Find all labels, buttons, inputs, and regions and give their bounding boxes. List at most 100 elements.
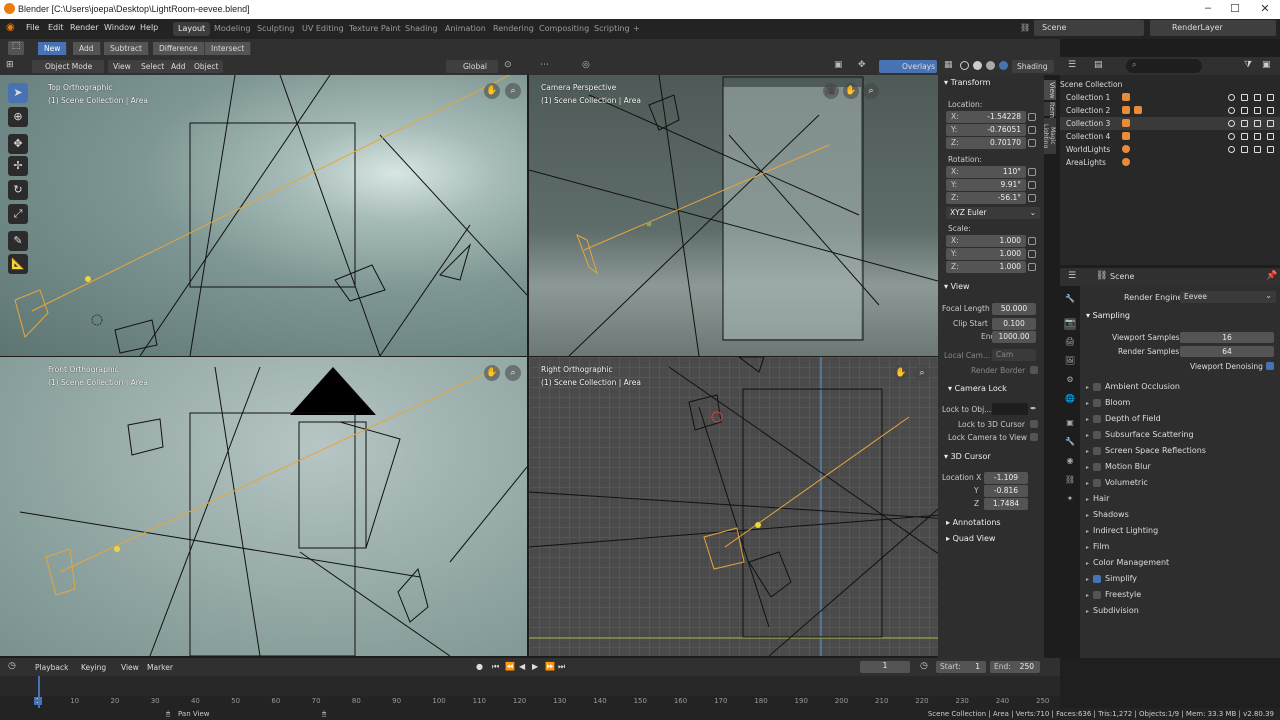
- add-menu[interactable]: Add: [166, 60, 191, 73]
- rotate-tool-icon[interactable]: ↻: [8, 180, 28, 200]
- viewport-top-orthographic[interactable]: Top Orthographic (1) Scene Collection | …: [0, 75, 527, 356]
- viewport-icon[interactable]: [1254, 146, 1261, 153]
- measure-tool-icon[interactable]: 📐: [8, 254, 28, 274]
- move-axis-tool-icon[interactable]: ✢: [8, 156, 28, 176]
- overlays-dropdown[interactable]: Overlays: [879, 60, 937, 73]
- eye-icon[interactable]: [1228, 146, 1235, 153]
- select-icon[interactable]: [1241, 120, 1248, 127]
- view-panel-header[interactable]: ▾ View: [944, 282, 970, 291]
- cursor-y-field[interactable]: -0.816: [984, 485, 1028, 497]
- panel-header[interactable]: ▸ Volumetric: [1086, 478, 1148, 487]
- add-workspace-button[interactable]: +: [628, 22, 645, 36]
- mode-add-button[interactable]: Add: [73, 42, 101, 55]
- panel-checkbox[interactable]: [1093, 590, 1102, 599]
- xray-icon[interactable]: ▦: [944, 60, 953, 70]
- cursor-x-field[interactable]: -1.109: [984, 472, 1028, 484]
- tool-tab-icon[interactable]: 🔧: [1064, 294, 1076, 306]
- location-z-field[interactable]: Z: 0.70170: [946, 137, 1026, 149]
- mode-difference-button[interactable]: Difference: [153, 42, 205, 55]
- clip-end-field[interactable]: 1000.00: [992, 331, 1036, 343]
- panel-checkbox[interactable]: [1093, 414, 1102, 423]
- minimize-icon[interactable]: –: [1198, 2, 1218, 16]
- lock-icon[interactable]: [1028, 168, 1036, 176]
- panel-header[interactable]: ▸ Hair: [1086, 494, 1109, 503]
- scene-icon[interactable]: ⛓: [1020, 23, 1030, 32]
- wireframe-shading-icon[interactable]: [960, 61, 969, 70]
- object-menu[interactable]: Object: [189, 60, 224, 73]
- panel-header[interactable]: ▸ Screen Space Reflections: [1086, 446, 1206, 455]
- new-collection-icon[interactable]: ▣: [1262, 60, 1271, 70]
- eyedropper-icon[interactable]: ✒: [1030, 404, 1037, 413]
- rotation-mode-dropdown[interactable]: XYZ Euler ⌄: [946, 207, 1040, 219]
- viewport-icon[interactable]: [1254, 94, 1261, 101]
- view-layer-tab-icon[interactable]: 🖼: [1064, 356, 1076, 368]
- eye-icon[interactable]: [1228, 133, 1235, 140]
- select-icon[interactable]: [1241, 146, 1248, 153]
- preview-range-icon[interactable]: ◷: [920, 661, 928, 671]
- physics-tab-icon[interactable]: ◉: [1064, 456, 1076, 468]
- eye-icon[interactable]: [1228, 107, 1235, 114]
- viewport-denoising-checkbox[interactable]: [1266, 362, 1274, 370]
- outliner-row-world-lights[interactable]: WorldLights: [1060, 143, 1280, 156]
- render-icon[interactable]: [1267, 120, 1274, 127]
- outliner-row-collection-2[interactable]: Collection 2: [1060, 104, 1280, 117]
- render-tab-icon[interactable]: 📷: [1064, 318, 1076, 330]
- pin-icon[interactable]: 📌: [1266, 271, 1277, 281]
- outliner-editor-icon[interactable]: ☰: [1068, 60, 1076, 70]
- maximize-icon[interactable]: ☐: [1225, 2, 1245, 16]
- outliner-row-collection-1[interactable]: Collection 1: [1060, 91, 1280, 104]
- panel-header[interactable]: ▸ Color Management: [1086, 558, 1169, 567]
- lock-icon[interactable]: [1028, 194, 1036, 202]
- sampling-header[interactable]: ▾ Sampling: [1086, 311, 1130, 320]
- current-frame-field[interactable]: 1: [860, 661, 910, 673]
- marker-menu[interactable]: Marker: [142, 661, 178, 674]
- annotate-tool-icon[interactable]: ✎: [8, 231, 28, 251]
- panel-checkbox[interactable]: [1093, 446, 1102, 455]
- zoom-view-icon[interactable]: ⌕: [505, 365, 521, 381]
- modifier-tab-icon[interactable]: 🔧: [1064, 437, 1076, 449]
- object-tab-icon[interactable]: ▣: [1064, 418, 1076, 430]
- lock-icon[interactable]: [1028, 181, 1036, 189]
- display-mode-icon[interactable]: ▤: [1094, 60, 1103, 70]
- camera-view-icon[interactable]: 🎥: [823, 83, 839, 99]
- transform-panel-header[interactable]: ▾ Transform: [944, 78, 990, 87]
- end-frame-field[interactable]: End: 250: [990, 661, 1040, 673]
- pan-view-icon[interactable]: ✋: [484, 365, 500, 381]
- viewport-front-orthographic[interactable]: Front Orthographic (1) Scene Collection …: [0, 357, 527, 656]
- scale-y-field[interactable]: Y: 1.000: [946, 248, 1026, 260]
- menu-file[interactable]: File: [26, 23, 39, 32]
- tab-uv-editing[interactable]: UV Editing: [297, 22, 349, 36]
- location-y-field[interactable]: Y: -0.76051: [946, 124, 1026, 136]
- jump-end-icon[interactable]: ⏭: [558, 662, 565, 672]
- eye-icon[interactable]: [1228, 120, 1235, 127]
- output-tab-icon[interactable]: 🖨: [1064, 337, 1076, 349]
- rendered-shading-icon[interactable]: [999, 61, 1008, 70]
- close-icon[interactable]: ✕: [1255, 2, 1275, 16]
- timeline-editor-icon[interactable]: ◷: [8, 661, 16, 671]
- scale-tool-icon[interactable]: ⤢: [8, 204, 28, 224]
- lock-icon[interactable]: [1028, 139, 1036, 147]
- playhead[interactable]: [38, 676, 40, 708]
- tab-item[interactable]: Item: [1044, 102, 1056, 118]
- pan-view-icon[interactable]: ✋: [484, 83, 500, 99]
- panel-header[interactable]: ▸ Bloom: [1086, 398, 1130, 407]
- record-icon[interactable]: ●: [476, 662, 483, 671]
- lock-icon[interactable]: [1028, 250, 1036, 258]
- tab-layout[interactable]: Layout: [173, 22, 211, 36]
- scene-selector[interactable]: Scene: [1034, 20, 1144, 36]
- tab-sculpting[interactable]: Sculpting: [252, 22, 299, 36]
- prev-keyframe-icon[interactable]: ⏪: [505, 662, 515, 671]
- view-menu-timeline[interactable]: View: [116, 661, 144, 674]
- panel-header[interactable]: ▸ Shadows: [1086, 510, 1129, 519]
- panel-header[interactable]: ▸ Freestyle: [1086, 590, 1141, 599]
- next-keyframe-icon[interactable]: ⏩: [545, 662, 555, 671]
- lock-icon[interactable]: [1028, 113, 1036, 121]
- render-icon[interactable]: [1267, 94, 1274, 101]
- panel-checkbox[interactable]: [1093, 462, 1102, 471]
- lock-camera-to-view-checkbox[interactable]: [1030, 433, 1038, 441]
- quad-view-header[interactable]: ▸ Quad View: [946, 534, 995, 543]
- panel-checkbox[interactable]: [1093, 398, 1102, 407]
- outliner-row-scene-collection[interactable]: Scene Collection: [1060, 78, 1280, 91]
- panel-checkbox[interactable]: [1093, 430, 1102, 439]
- outliner-row-collection-3[interactable]: Collection 3: [1060, 117, 1280, 130]
